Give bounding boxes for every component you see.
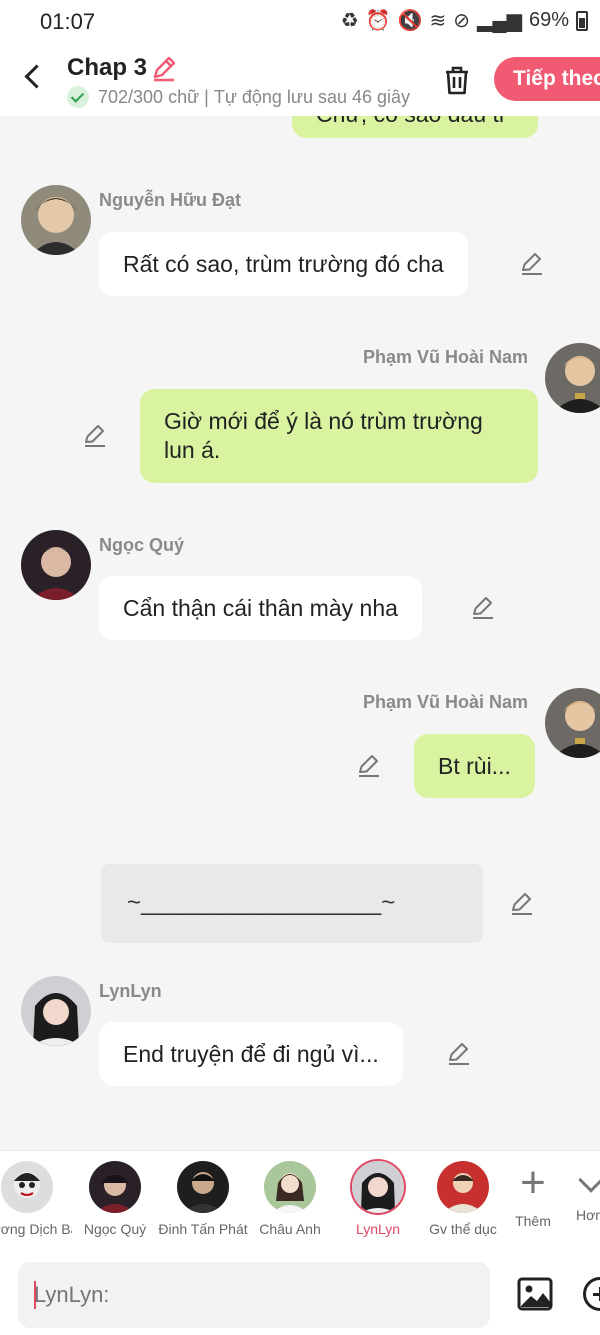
- autosave-text: Tự động lưu sau 46 giây: [213, 86, 411, 107]
- character-avatar: [1, 1161, 53, 1213]
- battery-percent: 69%: [528, 9, 569, 31]
- add-character-label: Thêm: [515, 1213, 551, 1229]
- sender-name: Ngọc Quý: [99, 535, 185, 555]
- image-icon[interactable]: [517, 1277, 553, 1311]
- more-label: Hơn: [576, 1207, 600, 1223]
- character-avatar: [89, 1161, 141, 1213]
- signal-icon: ▂▄▆: [477, 10, 522, 32]
- character-name: Ngọc Quý: [83, 1221, 147, 1237]
- chat-area[interactable]: Chứ, có sao đâu tr Nguyễn Hữu Đạt Rất có…: [0, 116, 600, 1150]
- avatar[interactable]: [21, 530, 91, 600]
- message-text: Bt rùi...: [438, 753, 511, 779]
- message-bubble[interactable]: Cẩn thận cái thân mày nha: [99, 576, 422, 640]
- next-button[interactable]: Tiếp theo: [494, 57, 600, 101]
- edit-message-icon[interactable]: [470, 594, 496, 620]
- edit-message-icon[interactable]: [446, 1040, 472, 1066]
- message-text: Chứ, có sao đâu tr: [316, 116, 507, 127]
- message-text: ~__________________~: [127, 889, 396, 916]
- character-avatar: [437, 1161, 489, 1213]
- back-icon[interactable]: [20, 62, 46, 92]
- character-item[interactable]: Vương Dịch Bác: [0, 1161, 72, 1237]
- add-character-button[interactable]: + Thêm: [506, 1158, 560, 1230]
- message-bubble[interactable]: Rất có sao, trùm trường đó cha: [99, 232, 468, 296]
- message-text: Rất có sao, trùm trường đó cha: [123, 251, 444, 277]
- status-bar: 01:07 ♻ ⏰ 🔇 ≋ ⊘ ▂▄▆ 69%: [0, 0, 600, 44]
- avatar[interactable]: [545, 688, 600, 758]
- avatar[interactable]: [21, 185, 91, 255]
- character-item[interactable]: Đinh Tấn Phát: [158, 1161, 248, 1237]
- edit-title-icon[interactable]: [150, 54, 178, 82]
- character-avatar: [264, 1161, 316, 1213]
- character-name: LynLyn: [355, 1221, 401, 1237]
- mute-icon: 🔇: [397, 10, 423, 32]
- message-input[interactable]: [18, 1262, 490, 1328]
- word-count: 702/300 chữ: [98, 86, 200, 107]
- composer-bar: [0, 1250, 600, 1335]
- message-bubble[interactable]: Chứ, có sao đâu tr: [292, 116, 538, 138]
- wifi-icon: ≋: [429, 10, 447, 32]
- character-item-active[interactable]: LynLyn: [333, 1161, 423, 1237]
- message-bubble[interactable]: Giờ mới để ý là nó trùm trường lun á.: [140, 389, 538, 483]
- character-name: Đinh Tấn Phát: [158, 1221, 248, 1237]
- avatar[interactable]: [21, 976, 91, 1046]
- character-item[interactable]: Gv thể dục: [418, 1161, 508, 1237]
- edit-message-icon[interactable]: [509, 890, 535, 916]
- sender-name: LynLyn: [99, 981, 162, 1001]
- battery-icon: [576, 10, 588, 31]
- character-avatar: [352, 1161, 404, 1213]
- chapter-title: Chap 3: [67, 54, 148, 81]
- edit-message-icon[interactable]: [356, 752, 382, 778]
- sender-name: Phạm Vũ Hoài Nam: [363, 347, 529, 367]
- alarm-icon: ⏰: [365, 10, 391, 32]
- plus-icon: +: [520, 1158, 546, 1207]
- edit-message-icon[interactable]: [519, 250, 545, 276]
- message-text: End truyện để đi ngủ vì...: [123, 1041, 379, 1067]
- character-avatar: [177, 1161, 229, 1213]
- narration-bubble[interactable]: ~__________________~: [101, 864, 483, 943]
- message-text: Cẩn thận cái thân mày nha: [123, 595, 398, 621]
- message-text: Giờ mới để ý là nó trùm trường lun á.: [164, 408, 483, 463]
- check-icon: [67, 86, 89, 108]
- chevron-down-icon: [578, 1167, 600, 1193]
- character-item[interactable]: Châu Anh: [245, 1161, 335, 1237]
- more-characters-button[interactable]: Hơn: [576, 1163, 600, 1223]
- text-cursor: [34, 1281, 36, 1309]
- avatar[interactable]: [545, 343, 600, 413]
- trash-icon[interactable]: [442, 64, 472, 96]
- do-not-disturb-icon: ⊘: [453, 10, 471, 32]
- clock: 01:07: [40, 9, 96, 34]
- recycle-icon: ♻: [340, 10, 359, 32]
- message-bubble[interactable]: Bt rùi...: [414, 734, 535, 798]
- edit-message-icon[interactable]: [82, 422, 108, 448]
- add-circle-icon[interactable]: [583, 1277, 600, 1311]
- character-name: Vương Dịch Bác: [0, 1221, 72, 1237]
- sender-name: Phạm Vũ Hoài Nam: [363, 692, 529, 712]
- editor-header: Chap 3 702/300 chữ | Tự động lưu sau 46 …: [0, 44, 600, 116]
- character-name: Châu Anh: [259, 1221, 321, 1237]
- status-icons: ♻ ⏰ 🔇 ≋ ⊘ ▂▄▆ 69%: [341, 8, 588, 33]
- message-bubble[interactable]: End truyện để đi ngủ vì...: [99, 1022, 403, 1086]
- character-item[interactable]: Ngọc Quý: [70, 1161, 160, 1237]
- separator: |: [199, 86, 214, 107]
- character-name: Gv thể dục: [429, 1221, 497, 1237]
- character-bar[interactable]: Vương Dịch Bác Ngọc Quý Đinh Tấn Phát Ch…: [0, 1150, 600, 1250]
- save-status: 702/300 chữ | Tự động lưu sau 46 giây: [67, 86, 415, 108]
- sender-name: Nguyễn Hữu Đạt: [99, 190, 242, 210]
